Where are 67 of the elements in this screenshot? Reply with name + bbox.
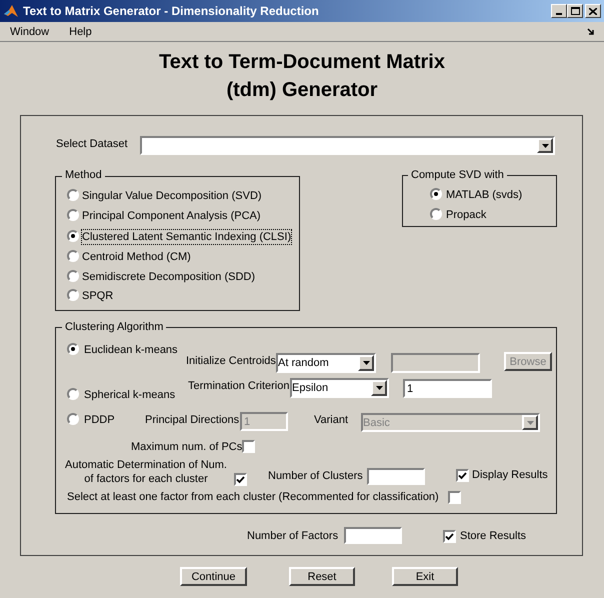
radio-button[interactable]: [67, 413, 79, 425]
radio-label[interactable]: Clustered Latent Semantic Indexing (CLSI): [82, 230, 292, 244]
radio-label[interactable]: Propack: [446, 208, 486, 222]
radio-label[interactable]: Spherical k-means: [84, 388, 176, 402]
form-button[interactable]: Reset: [289, 567, 355, 586]
checkbox[interactable]: [443, 530, 456, 543]
window-title: Text to Matrix Generator - Dimensionality Reduction: [23, 3, 320, 20]
app-logo-icon: [3, 3, 19, 19]
input-field[interactable]: 1: [403, 379, 492, 398]
checkbox[interactable]: [234, 473, 247, 486]
dropdown[interactable]: Epsilon: [290, 378, 389, 398]
dropdown[interactable]: [140, 136, 555, 155]
field-label: Maximum num. of PCs: [131, 440, 242, 454]
caret-icon: [526, 420, 534, 424]
form-button[interactable]: Continue: [180, 567, 247, 586]
field-label: Number of Clusters: [268, 469, 363, 483]
field-label: Number of Factors: [247, 529, 338, 543]
field-label: Termination Criterion: [188, 379, 290, 393]
radio-button[interactable]: [67, 209, 79, 221]
minimize-icon: [556, 13, 562, 15]
radio-button[interactable]: [67, 230, 79, 242]
radio-label[interactable]: Semidiscrete Decomposition (SDD): [82, 270, 255, 284]
radio-button[interactable]: [67, 270, 79, 282]
field-label: Principal Directions: [145, 413, 240, 427]
close-icon: [589, 8, 597, 14]
form-heading: Text to Term-Document Matrix: [159, 50, 445, 75]
caret-icon: [376, 386, 382, 390]
radio-button[interactable]: [67, 189, 79, 201]
radio-label[interactable]: MATLAB (svds): [446, 188, 522, 202]
radio-label[interactable]: Centroid Method (CM): [82, 250, 191, 264]
radio-button[interactable]: [67, 250, 79, 262]
radio-button[interactable]: [67, 289, 79, 301]
radio-label[interactable]: Singular Value Decomposition (SVD): [82, 189, 262, 203]
caret-icon: [542, 144, 548, 148]
checkbox[interactable]: [448, 491, 461, 504]
field-label: Initialize Centroids: [186, 354, 276, 368]
field-label: Select Dataset: [56, 137, 128, 151]
maximize-button[interactable]: [567, 4, 583, 18]
radio-label[interactable]: Euclidean k-means: [84, 343, 178, 357]
dock-arrow-icon[interactable]: [587, 28, 595, 36]
field-label: Display Results: [472, 468, 548, 482]
maximize-icon: [570, 7, 580, 15]
radio-label[interactable]: Principal Component Analysis (PCA): [82, 209, 261, 223]
panel-title: Clustering Algorithm: [62, 320, 166, 334]
caret-icon: [362, 361, 370, 365]
radio-label[interactable]: SPQR: [82, 289, 114, 303]
field-label: Select at least one factor from each cluster (Recommented for classification): [67, 490, 439, 504]
radio-button[interactable]: [430, 188, 442, 200]
radio-label[interactable]: PDDP: [84, 413, 115, 427]
menu-item[interactable]: Help: [59, 24, 102, 38]
field-label: Variant: [314, 413, 348, 427]
panel-title: Compute SVD with: [408, 168, 507, 182]
input-field[interactable]: [344, 527, 402, 544]
field-label: Store Results: [460, 529, 526, 543]
radio-button[interactable]: [430, 208, 442, 220]
checkbox[interactable]: [242, 440, 255, 453]
field-label: Automatic Determination of Num. of factors for each cluster: [64, 458, 228, 486]
input-field[interactable]: [367, 468, 425, 485]
form-button[interactable]: Exit: [392, 567, 458, 586]
minimize-button[interactable]: [551, 4, 567, 18]
close-button[interactable]: [585, 4, 601, 18]
form-heading: (tdm) Generator: [226, 78, 378, 103]
radio-button[interactable]: [67, 388, 79, 400]
dropdown[interactable]: At random: [276, 353, 376, 373]
menu-item[interactable]: Window: [0, 24, 60, 38]
checkbox[interactable]: [456, 469, 469, 482]
radio-button[interactable]: [67, 343, 79, 355]
